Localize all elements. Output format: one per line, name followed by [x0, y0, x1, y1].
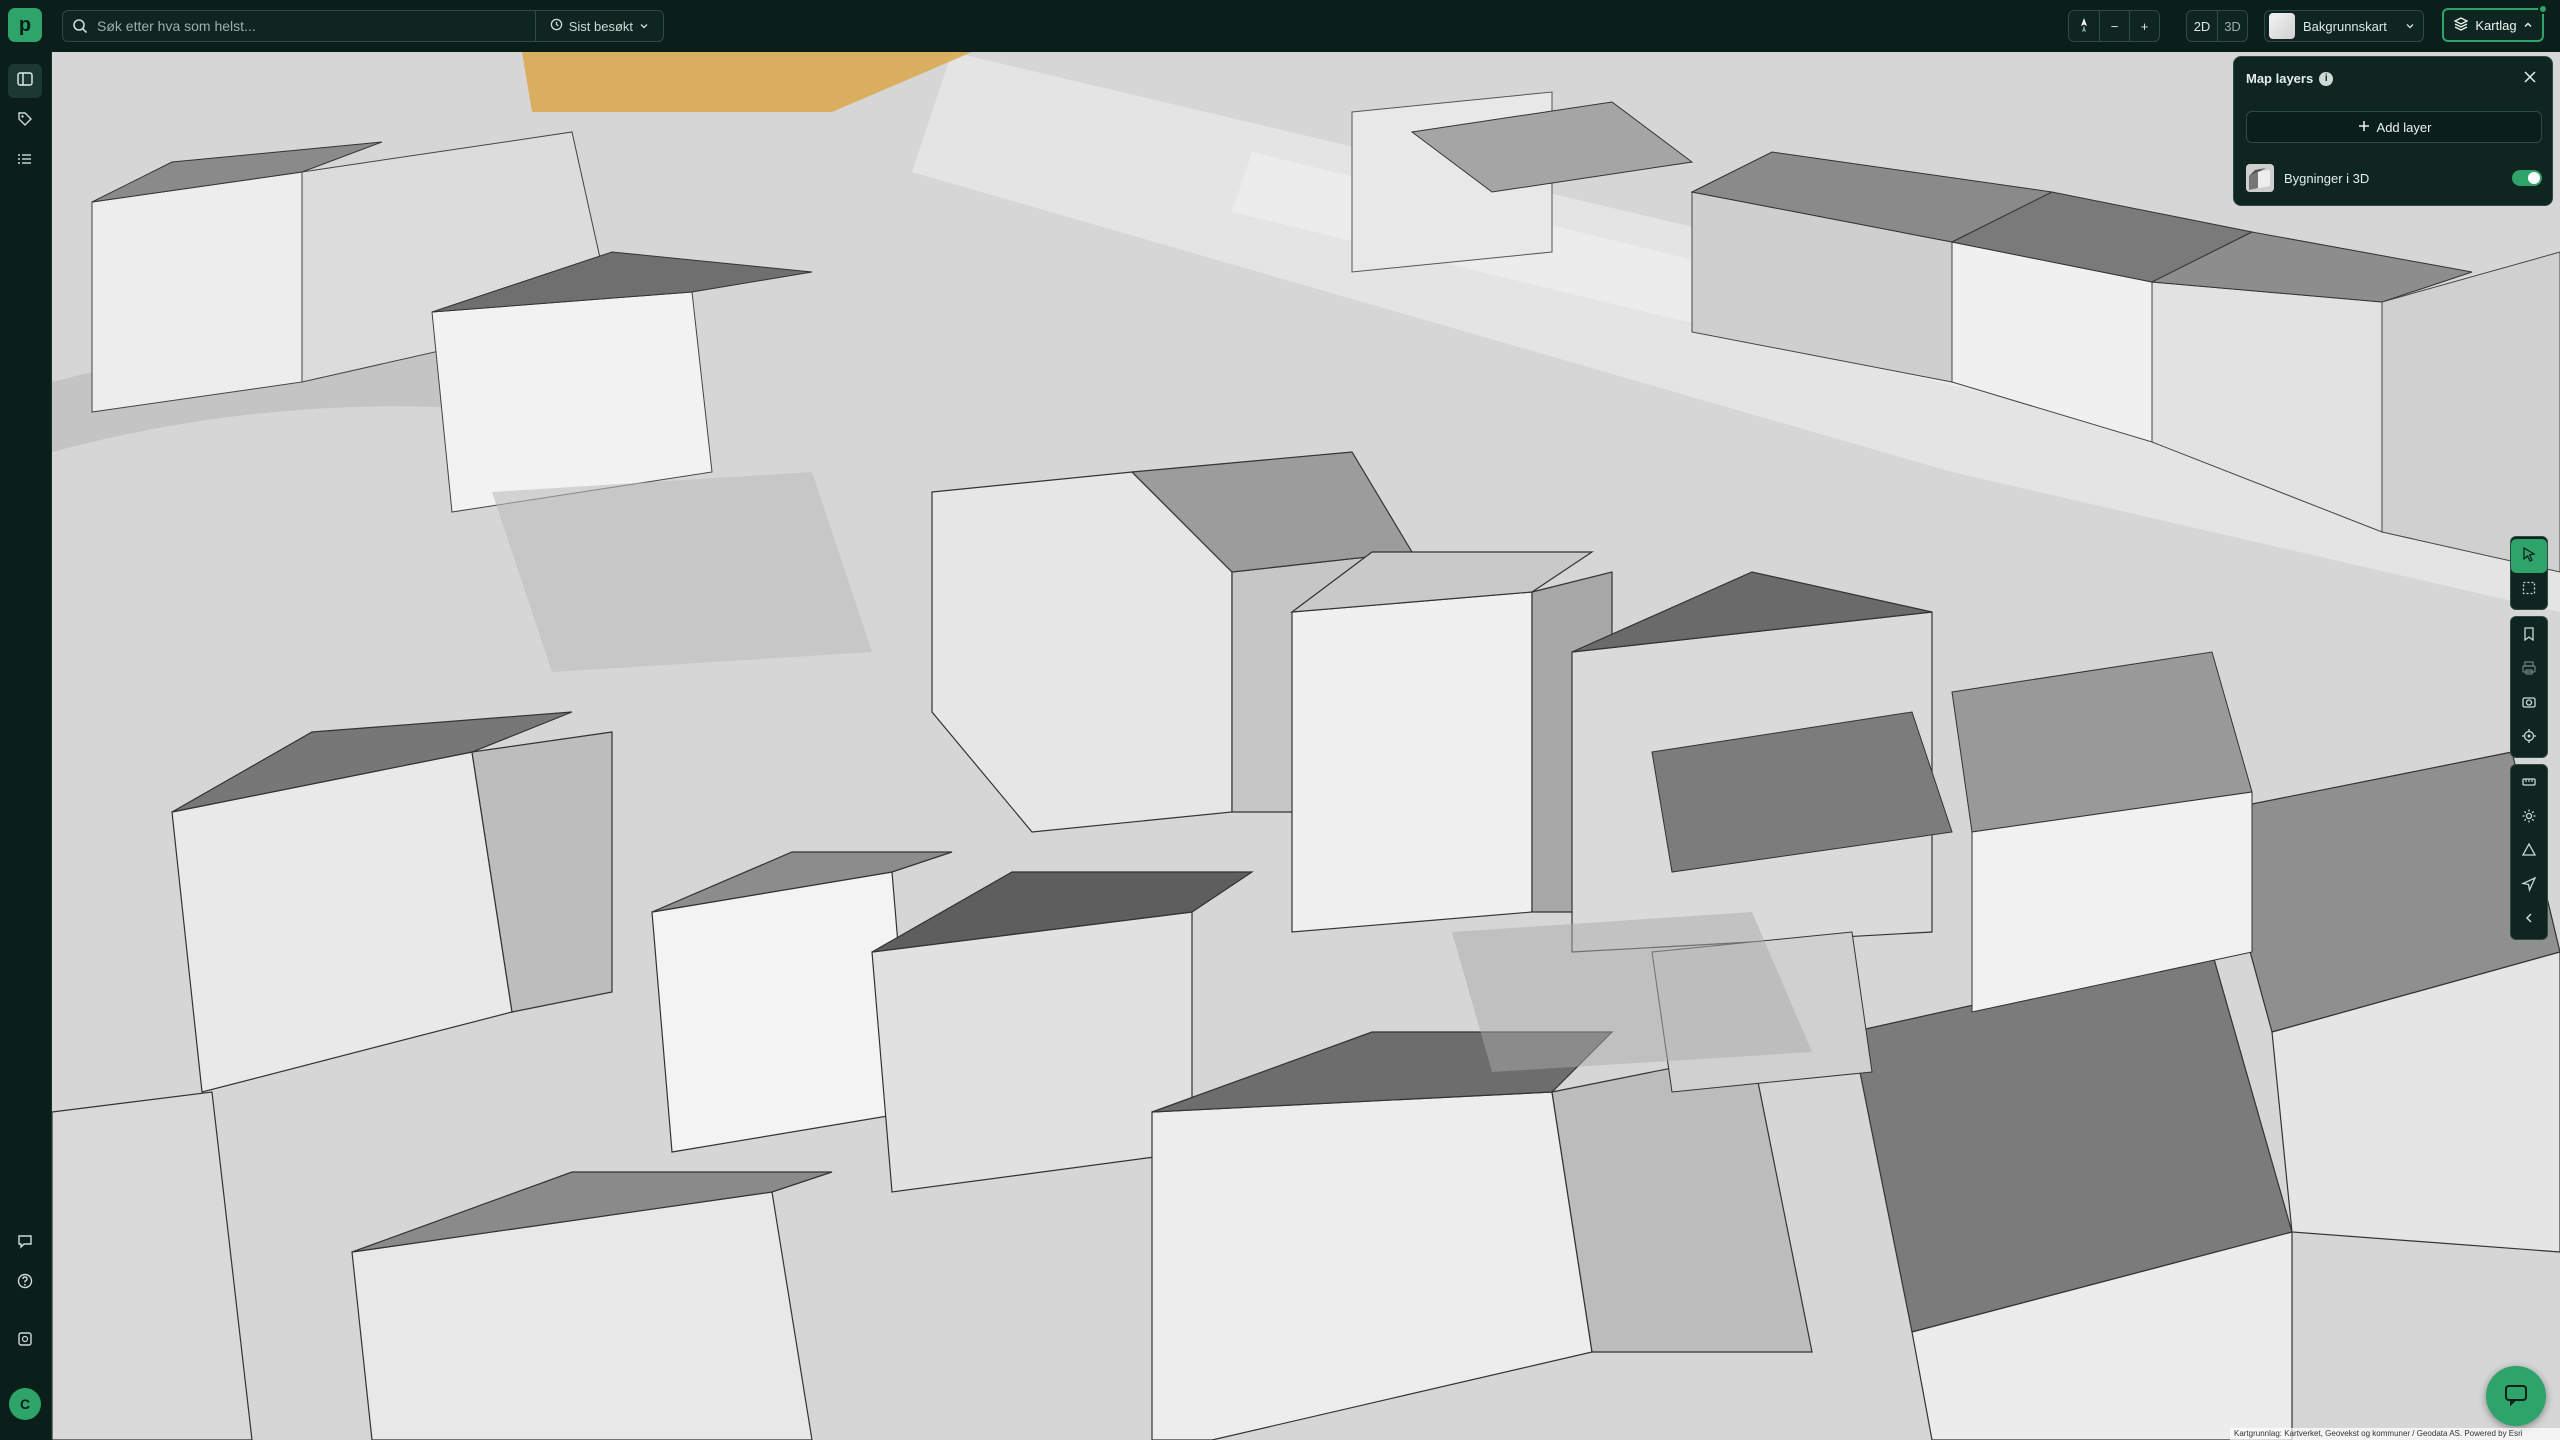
layers-icon	[2453, 16, 2469, 35]
zoom-out-button[interactable]: −	[2099, 11, 2129, 41]
compass-icon	[2078, 17, 2090, 36]
camera-icon	[2521, 694, 2537, 715]
map-3d-buildings[interactable]	[52, 52, 2560, 1440]
layers-panel: Map layers i Add layer Bygninger i 3D	[2233, 56, 2553, 206]
top-bar: p Sist besøkt −	[0, 0, 2560, 52]
chevron-down-icon	[2405, 19, 2415, 34]
utility-tools	[2510, 616, 2548, 758]
add-layer-button[interactable]: Add layer	[2246, 111, 2542, 143]
shape-icon	[2521, 842, 2537, 863]
navigate-icon	[2520, 876, 2537, 897]
chevron-down-icon	[639, 19, 649, 34]
panel-title-text: Map layers	[2246, 71, 2314, 86]
sidebar-plugin-button[interactable]	[8, 1324, 42, 1358]
measure-icon	[2521, 774, 2537, 795]
layer-name: Bygninger i 3D	[2284, 170, 2370, 186]
layer-item[interactable]: Bygninger i 3D	[2246, 163, 2542, 193]
avatar-initial: C	[19, 1396, 31, 1412]
sidebar-help-button[interactable]	[8, 1266, 42, 1300]
layer-thumbnail	[2246, 164, 2274, 192]
map-canvas[interactable]	[52, 52, 2560, 1440]
basemap-selector[interactable]: Bakgrunnskart	[2264, 10, 2424, 42]
search-input[interactable]	[97, 11, 535, 41]
navigate-button[interactable]	[2511, 869, 2547, 903]
locate-icon	[2521, 728, 2537, 749]
analysis-tools	[2510, 764, 2548, 940]
list-icon	[16, 150, 34, 173]
map-attribution: Kartgrunnlag: Kartverket, Geovekst og ko…	[2230, 1428, 2560, 1440]
close-panel-button[interactable]	[2518, 67, 2542, 91]
select-area-button[interactable]	[2511, 573, 2547, 607]
cursor-icon	[2521, 546, 2537, 567]
sidebar-tags-button[interactable]	[8, 104, 42, 138]
tag-icon	[16, 110, 34, 133]
map-tools-toolbar	[2510, 536, 2548, 946]
plus-icon	[2357, 119, 2371, 136]
left-sidebar: C	[0, 52, 52, 1440]
view-mode-toggle: 2D 3D	[2186, 10, 2248, 42]
close-icon	[2523, 70, 2537, 89]
measure-button[interactable]	[2511, 767, 2547, 801]
selection-tools	[2510, 536, 2548, 610]
notification-dot	[2538, 4, 2548, 14]
bookmark-icon	[2521, 626, 2537, 647]
layers-label: Kartlag	[2475, 17, 2517, 33]
print-button[interactable]	[2511, 653, 2547, 687]
zoom-controls: − +	[2068, 10, 2160, 42]
bookmark-button[interactable]	[2511, 619, 2547, 653]
compass-button[interactable]	[2069, 11, 2099, 41]
settings-button[interactable]	[2511, 801, 2547, 835]
select-area-icon	[2521, 580, 2537, 601]
recent-visited-button[interactable]: Sist besøkt	[534, 11, 663, 41]
mode-2d-button[interactable]: 2D	[2187, 11, 2217, 41]
clock-icon	[550, 18, 563, 34]
plugin-icon	[16, 1330, 34, 1353]
basemap-label: Bakgrunnskart	[2303, 18, 2387, 34]
basemap-thumbnail	[2269, 13, 2295, 39]
chat-icon	[2502, 1380, 2530, 1413]
search-icon	[63, 18, 97, 34]
sidebar-feedback-button[interactable]	[8, 1226, 42, 1260]
zoom-in-button[interactable]: +	[2129, 11, 2159, 41]
sidebar-list-button[interactable]	[8, 144, 42, 178]
recent-visited-label: Sist besøkt	[568, 18, 633, 34]
zoom-in-label: +	[2140, 18, 2149, 34]
collapse-toolbar-button[interactable]	[2511, 903, 2547, 937]
settings-icon	[2521, 808, 2537, 829]
info-icon[interactable]: i	[2319, 71, 2334, 86]
shape-tool-button[interactable]	[2511, 835, 2547, 869]
search-box[interactable]: Sist besøkt	[62, 10, 664, 42]
comment-icon	[16, 1232, 34, 1255]
avatar[interactable]: C	[9, 1388, 41, 1420]
sidebar-map-button[interactable]	[8, 64, 42, 98]
zoom-out-label: −	[2110, 18, 2119, 34]
mode-2d-label: 2D	[2193, 18, 2211, 34]
app-logo[interactable]: p	[8, 8, 42, 42]
mode-3d-button[interactable]: 3D	[2217, 11, 2247, 41]
layer-visibility-toggle[interactable]	[2512, 170, 2542, 186]
mode-3d-label: 3D	[2224, 18, 2241, 34]
panel-title: Map layers i	[2246, 71, 2334, 86]
help-icon	[16, 1272, 34, 1295]
chat-button[interactable]	[2486, 1366, 2546, 1426]
screenshot-button[interactable]	[2511, 687, 2547, 721]
locate-button[interactable]	[2511, 721, 2547, 755]
layers-button[interactable]: Kartlag	[2442, 8, 2544, 42]
map-icon	[16, 70, 34, 93]
select-tool-button[interactable]	[2511, 539, 2547, 573]
chevron-up-icon	[2523, 18, 2533, 33]
print-icon	[2521, 660, 2537, 681]
add-layer-label: Add layer	[2376, 119, 2432, 135]
collapse-icon	[2523, 911, 2535, 929]
logo-text: p	[18, 13, 32, 36]
